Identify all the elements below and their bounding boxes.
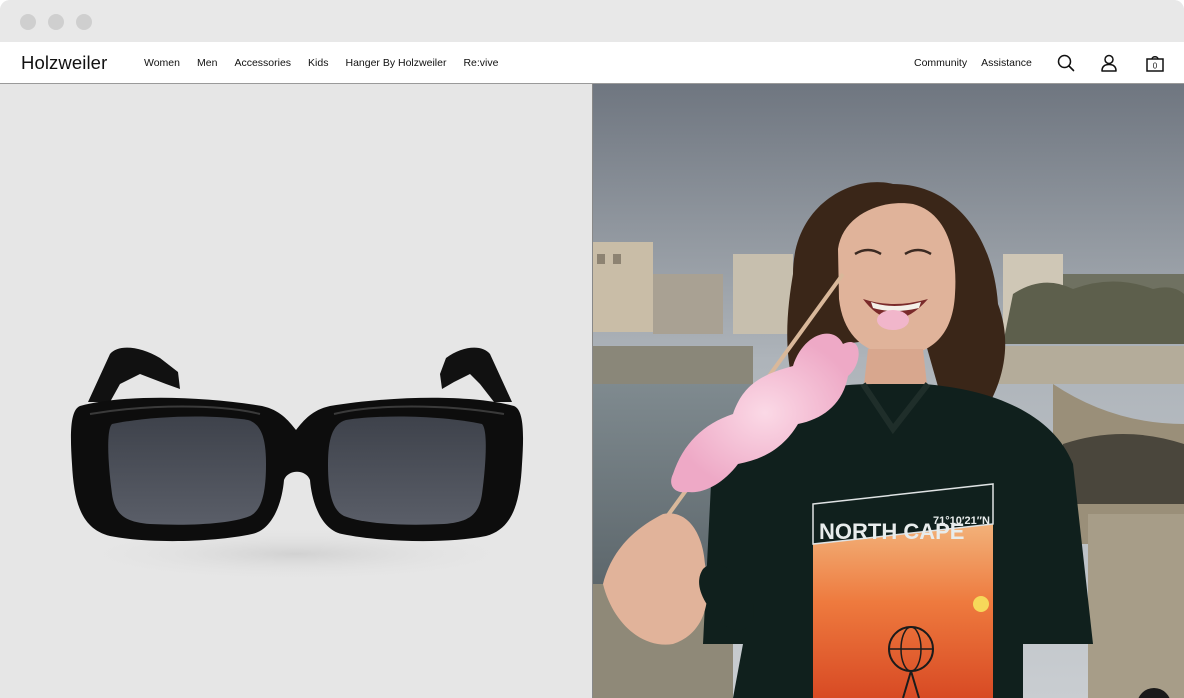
site-header: Holzweiler Women Men Accessories Kids Ha… (0, 42, 1184, 84)
search-icon[interactable] (1055, 52, 1077, 74)
nav-item-hanger[interactable]: Hanger By Holzweiler (345, 57, 446, 69)
brand-logo[interactable]: Holzweiler (21, 52, 107, 74)
nav-item-community[interactable]: Community (914, 57, 967, 69)
browser-window: Holzweiler Women Men Accessories Kids Ha… (0, 0, 1184, 698)
product-image-panel[interactable] (0, 84, 592, 698)
nav-item-women[interactable]: Women (144, 57, 180, 69)
sunglasses-image (0, 84, 592, 698)
lifestyle-image-panel[interactable]: NORTH CAPE 71°10′21″N (593, 84, 1184, 698)
nav-item-accessories[interactable]: Accessories (234, 57, 291, 69)
primary-nav: Women Men Accessories Kids Hanger By Hol… (144, 57, 515, 69)
window-close-button[interactable] (20, 14, 36, 30)
window-maximize-button[interactable] (76, 14, 92, 30)
nav-item-men[interactable]: Men (197, 57, 217, 69)
shirt-print-coords: 71°10′21″N (933, 515, 990, 527)
lifestyle-photo: NORTH CAPE 71°10′21″N (593, 84, 1184, 698)
nav-item-revive[interactable]: Re:vive (463, 57, 498, 69)
cart-count: 0 (1153, 62, 1158, 71)
window-titlebar (0, 0, 1184, 42)
nav-item-assistance[interactable]: Assistance (981, 57, 1032, 69)
account-icon[interactable] (1098, 52, 1120, 74)
nav-item-kids[interactable]: Kids (308, 57, 328, 69)
window-minimize-button[interactable] (48, 14, 64, 30)
secondary-nav: Community Assistance (914, 57, 1046, 69)
cart-icon[interactable]: 0 (1144, 52, 1166, 74)
